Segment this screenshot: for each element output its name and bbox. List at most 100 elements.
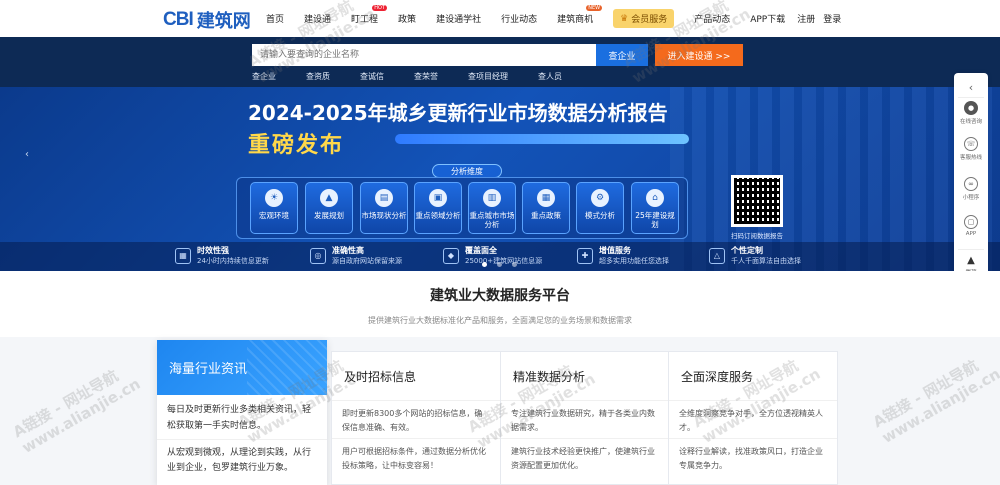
service-desc: 用户可根据招标条件，通过数据分析优化投标策略，让中标变容易！ (332, 438, 500, 472)
side-hotline[interactable]: ☏ 客服热线 (954, 137, 988, 161)
feature-card: ⌂ 25年建设规划 (631, 182, 679, 234)
search-tab[interactable]: 查项目经理 (468, 71, 508, 82)
crown-icon: ♛ (620, 13, 629, 24)
banner-highlight: ▦ 时效性强 24小时内持续信息更新 (175, 245, 269, 266)
nav-register[interactable]: 注册 (797, 12, 815, 25)
target-icon: ◎ (310, 247, 326, 264)
carousel-dot[interactable] (497, 262, 502, 267)
service-desc: 专注建筑行业数据研究，精于各类业内数据需求。 (501, 400, 669, 434)
nav-policy[interactable]: 政策 (398, 12, 416, 25)
search-tab[interactable]: 查资质 (306, 71, 330, 82)
nav-dinggongcheng[interactable]: 盯工程 HOT (351, 5, 388, 25)
top-icon: ▲ (967, 255, 975, 266)
feature-card: ▦ 重点政策 (522, 182, 570, 234)
service-desc: 每日及时更新行业多类相关资讯，轻松获取第一手实时信息。 (167, 405, 312, 431)
miniapp-icon: ∞ (964, 177, 978, 191)
doc-icon: ▤ (375, 189, 393, 207)
carousel-dot[interactable] (482, 262, 487, 267)
carousel-dots (482, 262, 517, 267)
search-tab[interactable]: 查荣誉 (414, 71, 438, 82)
new-badge: NEW (586, 5, 603, 11)
nav-app-download[interactable]: APP下载 (750, 12, 785, 25)
screen-icon: ▣ (429, 189, 447, 207)
bulb-icon: ☀ (265, 189, 283, 207)
service-card-analysis[interactable]: 精准数据分析 专注建筑行业数据研究，精于各类业内数据需求。 建筑行业技术经验更快… (500, 351, 670, 485)
service-card-info[interactable]: 海量行业资讯 每日及时更新行业多类相关资讯，轻松获取第一手实时信息。 从宏观到微… (157, 340, 327, 485)
feature-card: ⚙ 模式分析 (576, 182, 624, 234)
watermark: A链接 - 网址导航 www.alianjie.cn (869, 356, 1000, 447)
service-desc: 建筑行业技术经验更快推广，使建筑行业资源配置更加优化。 (501, 438, 669, 472)
side-toolbar: ‹ ●在线咨询 ☏客服热线 ∞小程序 ▢APP ▲置顶 (954, 73, 988, 287)
service-card-bidding[interactable]: 及时招标信息 即时更新8300多个网站的招标信息，确保信息准确、有效。 用户可根… (331, 351, 501, 485)
search-tabs: 查企业 查资质 查诚信 查荣誉 查项目经理 查人员 (252, 71, 562, 82)
banner-highlight: ✚ 增值服务 超多实用功能任您选择 (577, 245, 669, 266)
service-title: 及时招标信息 (344, 369, 417, 384)
top-nav: CBI 建筑网 首页 建设通 盯工程 HOT 政策 建设通学社 行业动态 建筑商机… (0, 0, 1000, 37)
feature-card: ▥ 重点城市市场分析 (468, 182, 516, 234)
house-icon: ⌂ (646, 189, 664, 207)
side-online-consult[interactable]: ● 在线咨询 (954, 101, 988, 125)
search-tab[interactable]: 查诚信 (360, 71, 384, 82)
feature-card: ☀ 宏观环境 (250, 182, 298, 234)
side-app[interactable]: ▢ APP (954, 215, 988, 237)
chart-icon: ▲ (320, 189, 338, 207)
nav-links: 首页 建设通 盯工程 HOT 政策 建设通学社 行业动态 建筑商机 NEW ♛ 会员服… (266, 0, 861, 37)
feature-card: ▲ 发展规划 (305, 182, 353, 234)
service-desc: 从宏观到微观，从理论到实践，从行业到企业，包罗建筑行业万象。 (157, 438, 327, 478)
platform-subtitle: 提供建筑行业大数据标准化产品和服务，全面满足您的业务场景和数据需求 (368, 316, 632, 325)
logo-mark: CBI (163, 9, 194, 30)
service-title: 全面深度服务 (681, 369, 754, 384)
service-title: 精准数据分析 (513, 369, 586, 384)
banner-decor-line (395, 134, 689, 144)
banner-prev-icon[interactable]: ‹ (25, 149, 29, 160)
banner-highlight: △ 个性定制 千人千面算法自由选择 (709, 245, 801, 266)
book-icon: ▦ (537, 189, 555, 207)
nav-product-news[interactable]: 产品动态 (694, 12, 730, 25)
dimension-label: 分析维度 (432, 164, 502, 178)
service-desc: 全维度洞察竞争对手，全方位透视精英人才。 (669, 400, 837, 434)
nav-login[interactable]: 登录 (823, 12, 841, 25)
nav-jianshetong[interactable]: 建设通 (304, 12, 331, 25)
banner-title: 2024-2025年城乡更新行业市场数据分析报告 (248, 101, 668, 125)
app-icon: ▢ (964, 215, 978, 229)
service-desc: 诠释行业解读，找准政策风口，打造企业专属竞争力。 (669, 438, 837, 472)
divider (958, 97, 984, 98)
qr-caption: 扫码订阅数据报告 (731, 232, 783, 240)
banner-subtitle: 重磅发布 (248, 133, 345, 158)
hot-badge: HOT (372, 5, 388, 11)
carousel-dot[interactable] (512, 262, 517, 267)
platform-section: 建筑业大数据服务平台 提供建筑行业大数据标准化产品和服务，全面满足您的业务场景和… (0, 271, 1000, 337)
calendar-icon: ▦ (175, 247, 191, 264)
service-desc: 即时更新8300多个网站的招标信息，确保信息准确、有效。 (332, 400, 500, 434)
search-band: 查企业 进入建设通 >> 查企业 查资质 查诚信 查荣誉 查项目经理 查人员 (0, 37, 1000, 87)
nav-member-service[interactable]: ♛ 会员服务 (613, 9, 675, 28)
nav-home[interactable]: 首页 (266, 12, 284, 25)
enter-jianshetong-button[interactable]: 进入建设通 >> (655, 44, 743, 66)
gear-icon: ⚙ (591, 189, 609, 207)
hero-banner[interactable]: ‹ 2024-2025年城乡更新行业市场数据分析报告 重磅发布 分析维度 ☀ 宏观… (0, 87, 1000, 271)
city-icon: ▥ (483, 189, 501, 207)
banner-highlight: ◎ 准确性高 源自政府网站保留来源 (310, 245, 402, 266)
divider (958, 249, 984, 250)
side-collapse[interactable]: ‹ (954, 81, 988, 94)
chat-icon: ● (964, 101, 978, 115)
platform-title: 建筑业大数据服务平台 (430, 288, 570, 304)
feature-card: ▤ 市场现状分析 (360, 182, 408, 234)
shape-icon: △ (709, 247, 725, 264)
puzzle-icon: ✚ (577, 247, 593, 264)
search-tab[interactable]: 查企业 (252, 71, 276, 82)
phone-icon: ☏ (964, 137, 978, 151)
nav-business-opportunity[interactable]: 建筑商机 NEW (557, 5, 603, 25)
side-mini-program[interactable]: ∞ 小程序 (954, 177, 988, 201)
nav-industry-news[interactable]: 行业动态 (501, 12, 537, 25)
search-tab[interactable]: 查人员 (538, 71, 562, 82)
logo-name: 建筑网 (196, 11, 251, 32)
cube-icon: ◆ (443, 247, 459, 264)
site-logo[interactable]: CBI 建筑网 (163, 7, 251, 33)
chevron-left-icon: ‹ (968, 81, 974, 94)
search-input[interactable] (252, 44, 596, 66)
nav-academy[interactable]: 建设通学社 (436, 12, 481, 25)
watermark: A链接 - 网址导航 www.alianjie.cn (9, 366, 144, 457)
search-button[interactable]: 查企业 (596, 44, 648, 66)
service-card-deep-service[interactable]: 全面深度服务 全维度洞察竞争对手，全方位透视精英人才。 诠释行业解读，找准政策风… (668, 351, 838, 485)
